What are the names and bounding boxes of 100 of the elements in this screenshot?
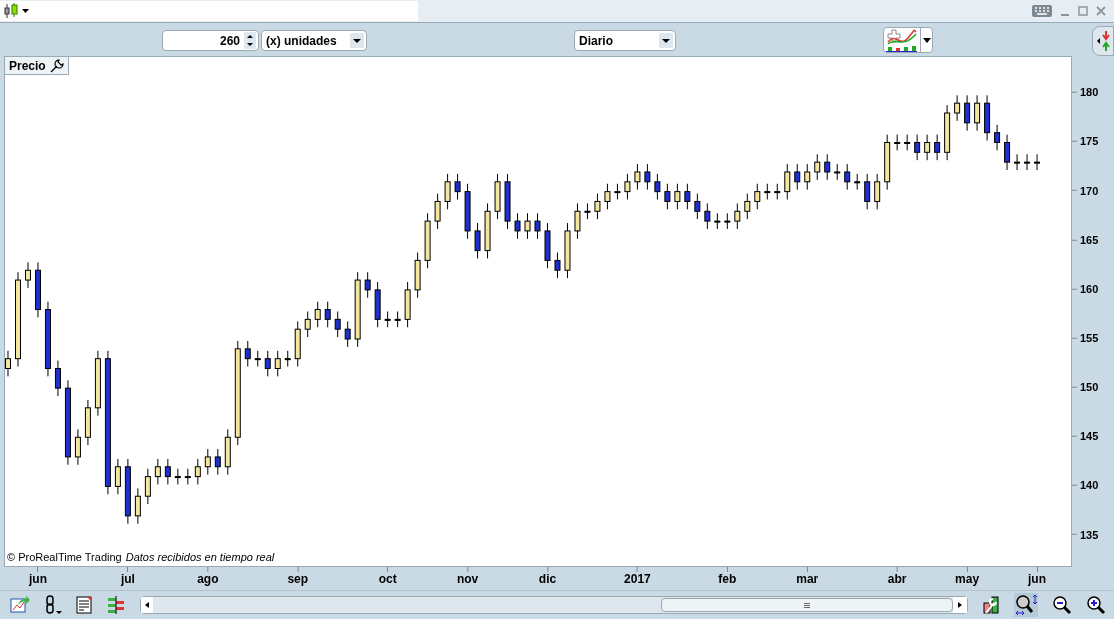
candlestick (164, 458, 171, 485)
candlestick (564, 222, 571, 279)
x-axis-label: jun (28, 572, 47, 586)
candlestick (314, 301, 321, 328)
candlestick (244, 340, 251, 368)
chart-settings-icon[interactable] (982, 595, 1000, 615)
candlestick (784, 163, 791, 200)
candlestick (894, 134, 901, 151)
grip-icon (804, 602, 810, 608)
caret-icon (659, 33, 673, 48)
y-axis-label: 150 (1080, 379, 1099, 395)
candlestick (804, 163, 811, 191)
chart-label[interactable]: Precio (5, 57, 69, 75)
close-icon[interactable] (1096, 6, 1106, 16)
candlestick (534, 212, 541, 240)
candlestick (824, 153, 831, 181)
x-axis-label: 2017 (624, 572, 651, 586)
x-axis-label: ago (197, 572, 219, 586)
caret-icon[interactable] (22, 9, 29, 13)
arrows-icon (1096, 30, 1110, 52)
candlestick (144, 468, 151, 505)
candlestick (994, 124, 1001, 151)
candlestick (944, 104, 951, 161)
y-axis-label: 180 (1080, 85, 1099, 101)
candlestick (644, 163, 651, 191)
candlestick (514, 212, 521, 240)
candlestick (414, 252, 421, 299)
candlestick (114, 458, 121, 495)
candlestick (424, 212, 431, 269)
candlestick (324, 301, 331, 328)
bar-count-field[interactable]: 260 (162, 30, 259, 51)
y-axis-label: 160 (1080, 281, 1099, 297)
x-axis-label: nov (456, 572, 479, 586)
candlestick (764, 183, 771, 200)
candlestick (334, 311, 341, 338)
candlestick (794, 163, 801, 191)
candlestick (724, 212, 731, 230)
y-axis-label: 165 (1080, 232, 1099, 248)
copyright-text: © ProRealTime Trading (7, 549, 122, 565)
candlestick (434, 193, 441, 230)
x-axis-label: dic (538, 572, 557, 586)
document-icon[interactable] (76, 596, 92, 614)
candlestick (274, 350, 281, 377)
candlestick (204, 448, 211, 476)
candlestick (814, 153, 821, 181)
period-dropdown[interactable]: Diario (574, 30, 676, 51)
y-axis-label: 170 (1080, 183, 1099, 199)
x-axis-label: feb (718, 572, 737, 586)
auto-zoom-button[interactable] (1014, 593, 1038, 617)
candlestick (844, 163, 851, 191)
candlestick (454, 173, 461, 200)
zoom-out-icon[interactable] (1052, 595, 1072, 615)
x-axis-label: jun (1028, 572, 1047, 586)
candlestick (464, 183, 471, 240)
horizontal-scrollbar[interactable] (140, 596, 968, 614)
candlestick (834, 163, 841, 181)
candlestick (134, 487, 141, 525)
y-axis-label: 140 (1080, 478, 1099, 494)
candlestick (284, 350, 291, 368)
scrollbar-thumb[interactable] (661, 598, 953, 612)
candlestick (84, 399, 91, 446)
chart-title: Precio (9, 57, 46, 75)
candlestick (884, 134, 891, 191)
order-book-icon[interactable] (106, 596, 126, 614)
side-panel-tab[interactable] (1092, 26, 1114, 56)
keyboard-icon[interactable] (1032, 5, 1052, 17)
candlestick (74, 428, 81, 466)
scroll-left-icon[interactable] (141, 597, 153, 613)
candlestick (904, 134, 911, 151)
zoom-in-icon[interactable] (1086, 595, 1106, 615)
candlestick (654, 173, 661, 200)
candlestick (584, 202, 591, 220)
candlestick (214, 448, 221, 476)
link-icon[interactable] (44, 595, 62, 615)
caret-icon[interactable] (923, 37, 931, 43)
candlestick (714, 212, 721, 230)
candlestick (684, 183, 691, 210)
candlestick (364, 271, 371, 299)
x-axis-label: abr (887, 572, 907, 586)
candlestick (704, 202, 711, 230)
scroll-right-icon[interactable] (953, 597, 967, 613)
candlestick (544, 222, 551, 269)
unit-dropdown[interactable]: (x) unidades (261, 30, 367, 51)
candlestick (734, 202, 741, 230)
y-axis-label: 175 (1080, 134, 1099, 150)
candlestick (1024, 153, 1031, 171)
candlestick (874, 173, 881, 210)
candlestick (1014, 153, 1021, 171)
candlestick-icon[interactable] (4, 3, 18, 19)
spinner-icon[interactable] (244, 32, 256, 49)
indicator-button[interactable] (883, 27, 933, 53)
candlestick (934, 134, 941, 161)
candlestick (744, 193, 751, 220)
candlestick (384, 311, 391, 328)
wrench-icon[interactable] (49, 58, 64, 73)
candlestick (344, 320, 351, 348)
candlestick (624, 173, 631, 200)
candlestick (124, 458, 131, 525)
chart-export-icon[interactable] (10, 595, 30, 615)
candlestick (154, 458, 161, 485)
